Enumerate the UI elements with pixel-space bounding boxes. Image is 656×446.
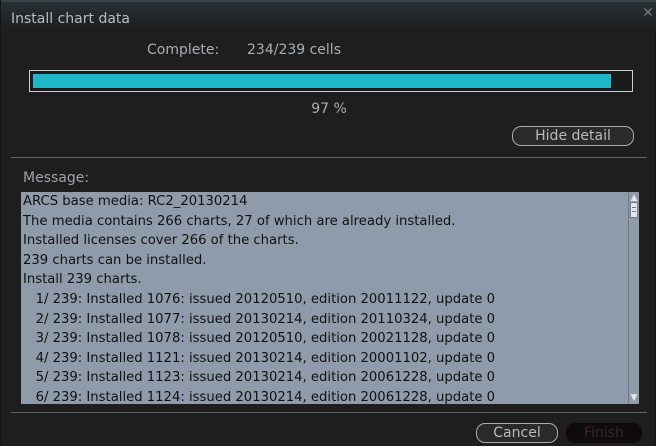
install-chart-dialog: Install chart data ✕ Complete: 234/239 c… (0, 0, 656, 446)
log-line: 6/ 239: Installed 1124: issued 20130214,… (23, 389, 496, 404)
log-line: The media contains 266 charts, 27 of whi… (23, 213, 456, 229)
scrollbar-thumb[interactable] (630, 202, 638, 218)
progress-bar-fill (33, 74, 612, 88)
log-line: Install 239 charts. (23, 272, 142, 288)
title-bar: Install chart data ✕ (1, 0, 656, 30)
divider (11, 157, 647, 158)
hide-detail-button[interactable]: Hide detail (512, 126, 634, 146)
progress-bar (29, 70, 633, 92)
log-line: 4/ 239: Installed 1121: issued 20130214,… (23, 350, 496, 366)
cancel-button[interactable]: Cancel (476, 423, 558, 443)
progress-percent: 97 % (311, 101, 347, 117)
log-line: ARCS base media: RC2_20130214 (23, 194, 248, 209)
complete-count: 234/239 cells (247, 42, 341, 58)
finish-button: Finish (566, 423, 642, 443)
log-line: 1/ 239: Installed 1076: issued 20120510,… (23, 291, 496, 307)
complete-label: Complete: (147, 42, 220, 58)
log-scrollbar[interactable]: ▲ ▼ (628, 192, 639, 404)
message-label: Message: (23, 170, 90, 186)
log-line: 5/ 239: Installed 1123: issued 20130214,… (23, 370, 496, 386)
message-log[interactable]: ARCS base media: RC2_20130214 The media c… (21, 192, 639, 404)
divider (11, 412, 647, 413)
log-line: 3/ 239: Installed 1078: issued 20120510,… (23, 331, 496, 347)
log-line: Installed licenses cover 266 of the char… (23, 233, 299, 249)
log-line: 239 charts can be installed. (23, 252, 207, 268)
close-icon[interactable]: ✕ (641, 6, 655, 20)
dialog-title: Install chart data (11, 11, 130, 27)
scroll-down-icon[interactable]: ▼ (629, 393, 639, 403)
log-line: 2/ 239: Installed 1077: issued 20130214,… (23, 311, 496, 327)
message-log-lines: ARCS base media: RC2_20130214 The media c… (21, 192, 629, 404)
